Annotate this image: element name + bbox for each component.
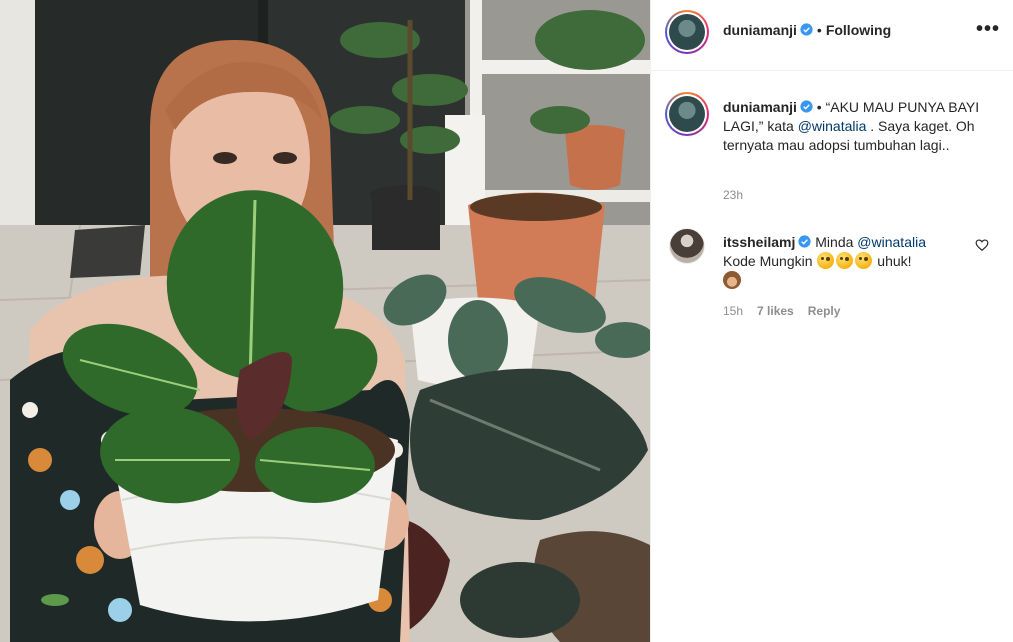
- caption-text: duniamanji • “AKU MAU PUNYA BAYI LAGI,” …: [723, 98, 993, 155]
- author-line: duniamanji • Following: [723, 22, 891, 38]
- heart-outline-icon[interactable]: [975, 238, 989, 252]
- caption-mention-link[interactable]: @winatalia: [798, 118, 867, 134]
- commenter-username[interactable]: itssheilamj: [723, 234, 795, 250]
- comment-body-line2: Kode Mungkin: [723, 253, 817, 269]
- comment-body-start: Minda: [811, 234, 858, 250]
- comment-body-end: uhuk!: [873, 253, 912, 269]
- photo-illustration: [0, 0, 650, 642]
- zany-face-emoji: [817, 252, 835, 269]
- verified-badge-icon: [798, 235, 811, 248]
- comment-text: itssheilamj Minda @winatalia Kode Mungki…: [723, 233, 963, 291]
- author-username[interactable]: duniamanji: [723, 22, 797, 38]
- comment-mention-link[interactable]: @winatalia: [857, 234, 926, 250]
- caption-avatar[interactable]: [665, 92, 709, 136]
- author-avatar[interactable]: [665, 10, 709, 54]
- post-sidebar: duniamanji • Following ••• duniamanji • “A…: [650, 0, 1013, 642]
- comment-reply-button[interactable]: Reply: [808, 304, 841, 318]
- zany-face-emoji: [855, 252, 873, 269]
- caption-timestamp[interactable]: 23h: [723, 188, 743, 202]
- verified-badge-icon: [800, 23, 813, 36]
- comment-timestamp[interactable]: 15h: [723, 304, 743, 318]
- post-photo[interactable]: [0, 0, 650, 642]
- post-header: duniamanji • Following •••: [651, 0, 1013, 71]
- verified-badge-icon: [800, 100, 813, 113]
- comment-meta: 15h 7 likes Reply: [723, 304, 854, 318]
- commenter-avatar[interactable]: [669, 228, 705, 264]
- caption-username[interactable]: duniamanji: [723, 99, 797, 115]
- comment-likes[interactable]: 7 likes: [757, 304, 794, 318]
- separator-dot: •: [816, 22, 822, 38]
- see-no-evil-monkey-emoji: [723, 271, 741, 289]
- zany-face-emoji: [836, 252, 854, 269]
- following-button[interactable]: Following: [826, 22, 891, 38]
- more-options-icon[interactable]: •••: [976, 19, 1000, 39]
